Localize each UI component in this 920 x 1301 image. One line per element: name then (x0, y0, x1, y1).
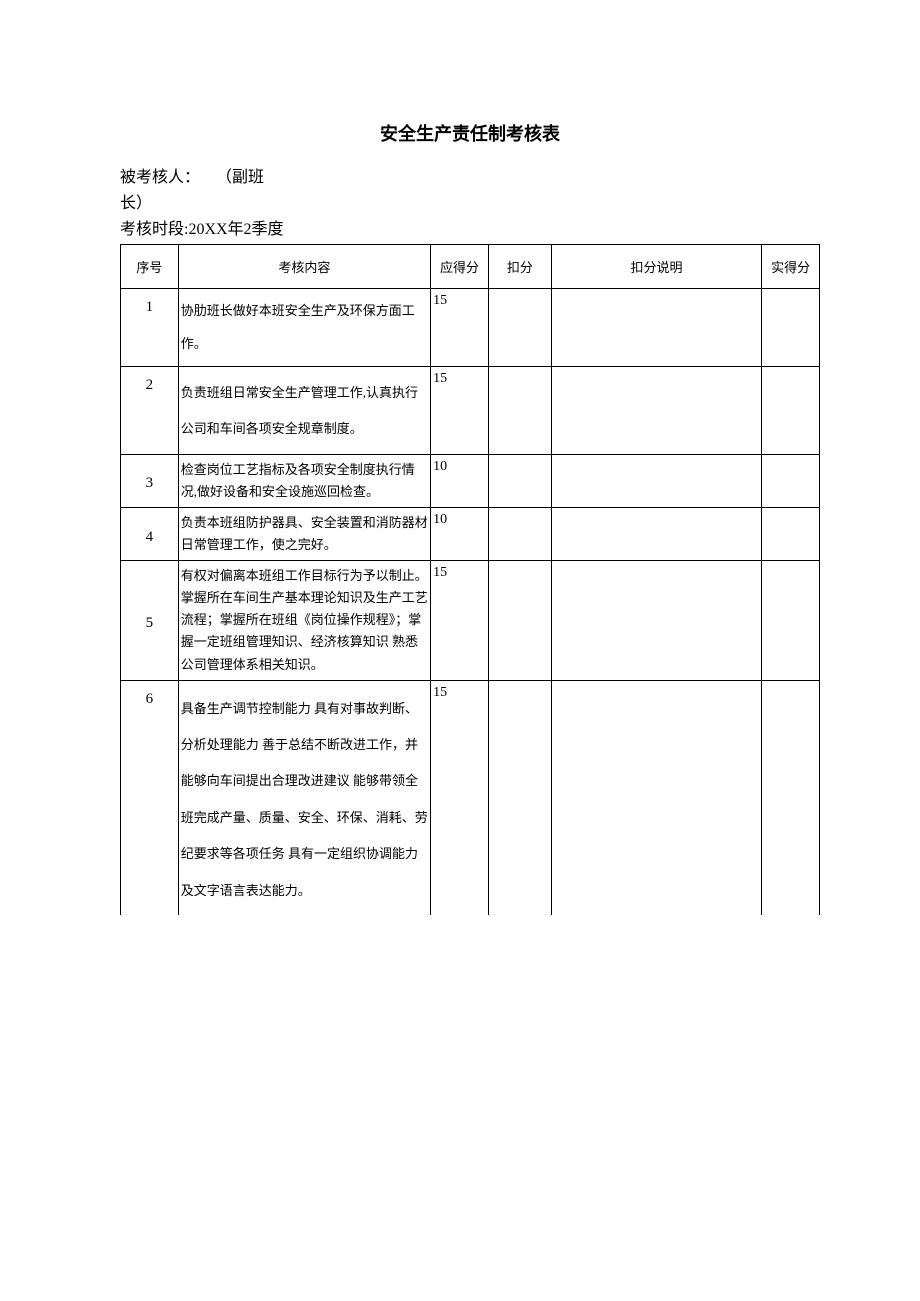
page-title: 安全生产责任制考核表 (120, 120, 820, 146)
row-deduct (488, 367, 551, 455)
row-deduct (488, 561, 551, 680)
row-content: 协肋班长做好本班安全生产及环保方面工作。 (178, 289, 430, 367)
row-reason (551, 507, 761, 560)
header-deduct: 扣分 (488, 245, 551, 289)
row-actual (762, 561, 820, 680)
row-score: 15 (431, 561, 489, 680)
row-deduct (488, 680, 551, 915)
row-num: 3 (121, 454, 179, 507)
row-content: 有权对偏离本班组工作目标行为予以制止。掌握所在车间生产基本理论知识及生产工艺流程… (178, 561, 430, 680)
row-num: 4 (121, 507, 179, 560)
table-header-row: 序号 考核内容 应得分 扣分 扣分说明 实得分 (121, 245, 820, 289)
row-score: 10 (431, 454, 489, 507)
row-deduct (488, 507, 551, 560)
row-reason (551, 680, 761, 915)
row-actual (762, 454, 820, 507)
row-deduct (488, 289, 551, 367)
table-row: 5 有权对偏离本班组工作目标行为予以制止。掌握所在车间生产基本理论知识及生产工艺… (121, 561, 820, 680)
row-num: 5 (121, 561, 179, 680)
row-reason (551, 454, 761, 507)
table-row: 2 负责班组日常安全生产管理工作,认真执行公司和车间各项安全规章制度。 15 (121, 367, 820, 455)
row-deduct (488, 454, 551, 507)
row-actual (762, 289, 820, 367)
row-num: 2 (121, 367, 179, 455)
table-row: 3 检查岗位工艺指标及各项安全制度执行情况,做好设备和安全设施巡回检查。 10 (121, 454, 820, 507)
row-content: 负责班组日常安全生产管理工作,认真执行公司和车间各项安全规章制度。 (178, 367, 430, 455)
row-score: 15 (431, 367, 489, 455)
header-reason: 扣分说明 (551, 245, 761, 289)
row-reason (551, 561, 761, 680)
row-reason (551, 289, 761, 367)
header-actual: 实得分 (762, 245, 820, 289)
row-score: 15 (431, 289, 489, 367)
assessee-line2: 长） (120, 192, 820, 216)
table-row: 6 具备生产调节控制能力 具有对事故判断、分析处理能力 善于总结不断改进工作，并… (121, 680, 820, 915)
row-score: 15 (431, 680, 489, 915)
assessee-line1: 被考核人： （副班 (120, 166, 820, 190)
table-row: 4 负责本班组防护器具、安全装置和消防器材日常管理工作，使之完好。 10 (121, 507, 820, 560)
row-num: 6 (121, 680, 179, 915)
row-reason (551, 367, 761, 455)
row-content: 负责本班组防护器具、安全装置和消防器材日常管理工作，使之完好。 (178, 507, 430, 560)
row-actual (762, 680, 820, 915)
row-actual (762, 367, 820, 455)
table-row: 1 协肋班长做好本班安全生产及环保方面工作。 15 (121, 289, 820, 367)
header-score: 应得分 (431, 245, 489, 289)
assessment-table: 序号 考核内容 应得分 扣分 扣分说明 实得分 1 协肋班长做好本班安全生产及环… (120, 244, 820, 915)
row-content: 具备生产调节控制能力 具有对事故判断、分析处理能力 善于总结不断改进工作，并能够… (178, 680, 430, 915)
row-num: 1 (121, 289, 179, 367)
row-actual (762, 507, 820, 560)
header-num: 序号 (121, 245, 179, 289)
period-line: 考核时段:20XX年2季度 (120, 218, 820, 242)
header-content: 考核内容 (178, 245, 430, 289)
row-score: 10 (431, 507, 489, 560)
row-content: 检查岗位工艺指标及各项安全制度执行情况,做好设备和安全设施巡回检查。 (178, 454, 430, 507)
